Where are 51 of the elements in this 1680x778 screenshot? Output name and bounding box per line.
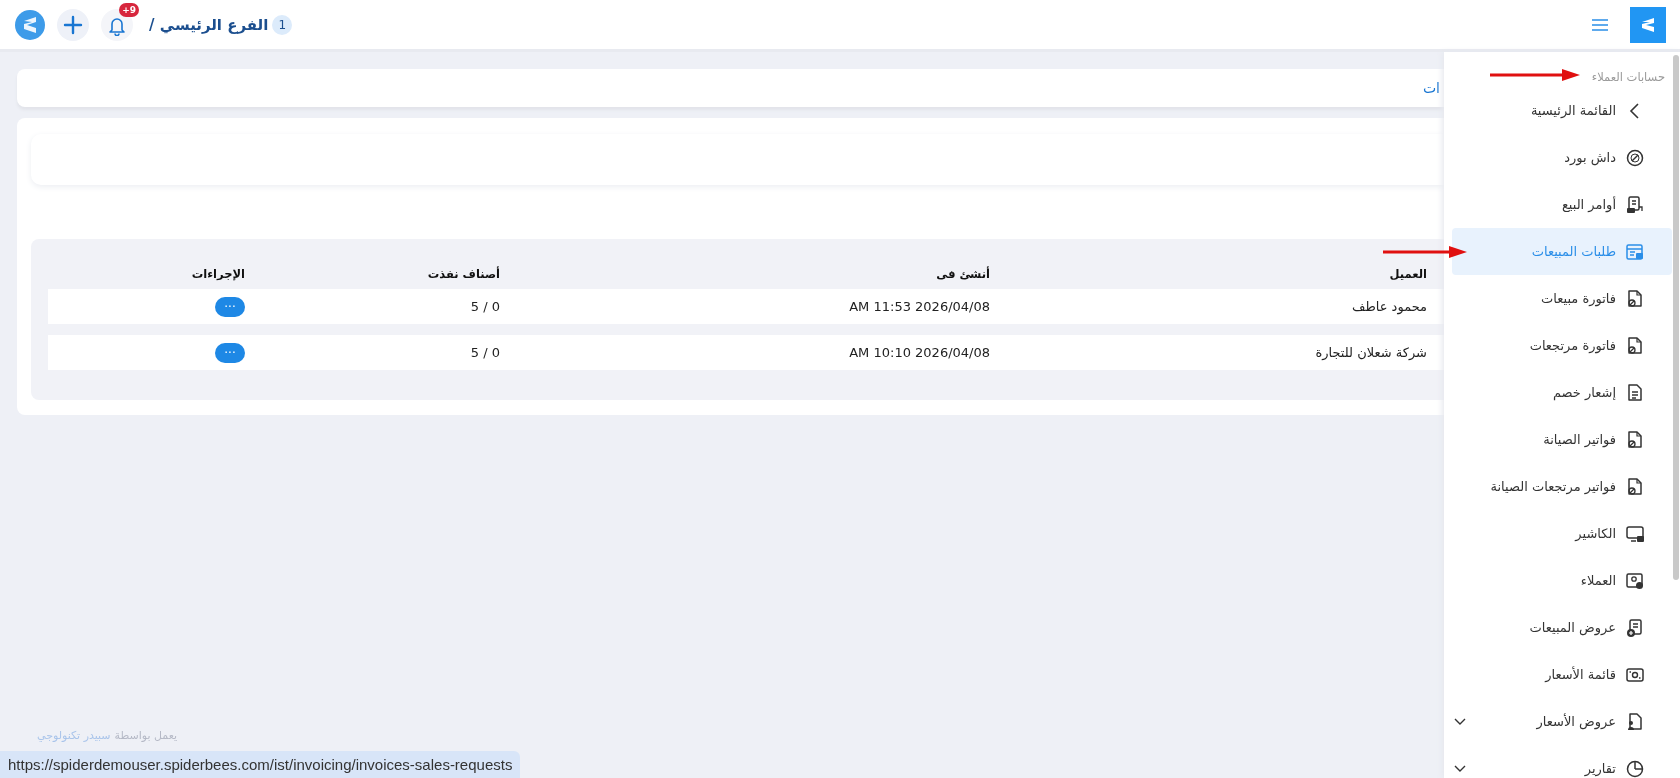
column-header: أصناف نفذت (426, 267, 501, 283)
sidebar-item[interactable]: تقارير (1452, 745, 1672, 778)
sidebar-item[interactable]: داش بورد (1452, 134, 1672, 181)
sidebar-item[interactable]: فاتورة مرتجعات (1452, 322, 1672, 369)
sidebar-item[interactable]: عروض الأسعار (1452, 698, 1672, 745)
column-header: العميل (1388, 267, 1428, 283)
page-title: ات (1422, 80, 1440, 96)
scrollbar[interactable] (1673, 55, 1679, 580)
branch-count-badge: 1 (272, 14, 293, 35)
branch-label[interactable]: الفرع الرئيسي / (149, 15, 269, 34)
column-header: الإجراءات (190, 267, 246, 283)
add-button[interactable] (57, 8, 89, 41)
status-bar-url: https://spiderdemouser.spiderbees.com/ist/invoicing/invoices-sales-requests (0, 751, 521, 778)
table-cell: 2026/04/08 10:10 AM (849, 345, 990, 360)
contact-card-icon (1625, 570, 1645, 591)
document-user-icon (1625, 711, 1645, 732)
sidebar-item[interactable]: فواتير مرتجعات الصيانة (1452, 463, 1672, 510)
sidebar-item[interactable]: فواتير الصيانة (1452, 416, 1672, 463)
notification-badge: +9 (119, 2, 139, 17)
table-cell: 0 / 5 (470, 345, 500, 360)
compass-icon (1625, 147, 1645, 168)
column-header: أنشئ فى (935, 267, 991, 283)
document-icon (1625, 382, 1645, 403)
footer-text: يعمل بواسطة (114, 729, 178, 742)
pie-chart-icon (1625, 758, 1645, 778)
document-icon (1625, 429, 1645, 450)
document-icon (1625, 476, 1645, 497)
receipt-icon (1625, 617, 1645, 638)
actions-button[interactable]: ··· (215, 296, 245, 317)
sidebar-item[interactable]: القائمة الرئيسية (1452, 87, 1672, 134)
monitor-icon (1625, 523, 1645, 544)
sidebar-item[interactable]: إشعار خصم (1452, 369, 1672, 416)
menu-icon[interactable] (1590, 16, 1610, 33)
document-icon (1625, 335, 1645, 356)
section-title: حسابات العملاء (1591, 70, 1665, 86)
table-cell: 2026/04/08 11:53 AM (849, 299, 990, 314)
receipt-icon (1625, 194, 1645, 215)
app-logo[interactable] (1630, 6, 1666, 43)
actions-button[interactable]: ··· (215, 342, 245, 363)
table-cell: محمود عاطف (1351, 299, 1427, 314)
app-logo[interactable] (15, 9, 45, 40)
sidebar-item[interactable]: الكاشير (1452, 510, 1672, 557)
table-cell: شركة شعلان للتجارة (1315, 345, 1427, 360)
sidebar-item[interactable]: فاتورة مبيعات (1452, 275, 1672, 322)
sidebar-item[interactable]: عروض المبيعات (1452, 604, 1672, 651)
sidebar-item[interactable]: قائمة الأسعار (1452, 651, 1672, 698)
document-icon (1625, 288, 1645, 309)
plus-icon (63, 14, 83, 35)
sidebar-item[interactable]: العملاء (1452, 557, 1672, 604)
table-cell: 0 / 5 (470, 299, 500, 314)
sidebar-item[interactable]: أوامر البيع (1452, 181, 1672, 228)
